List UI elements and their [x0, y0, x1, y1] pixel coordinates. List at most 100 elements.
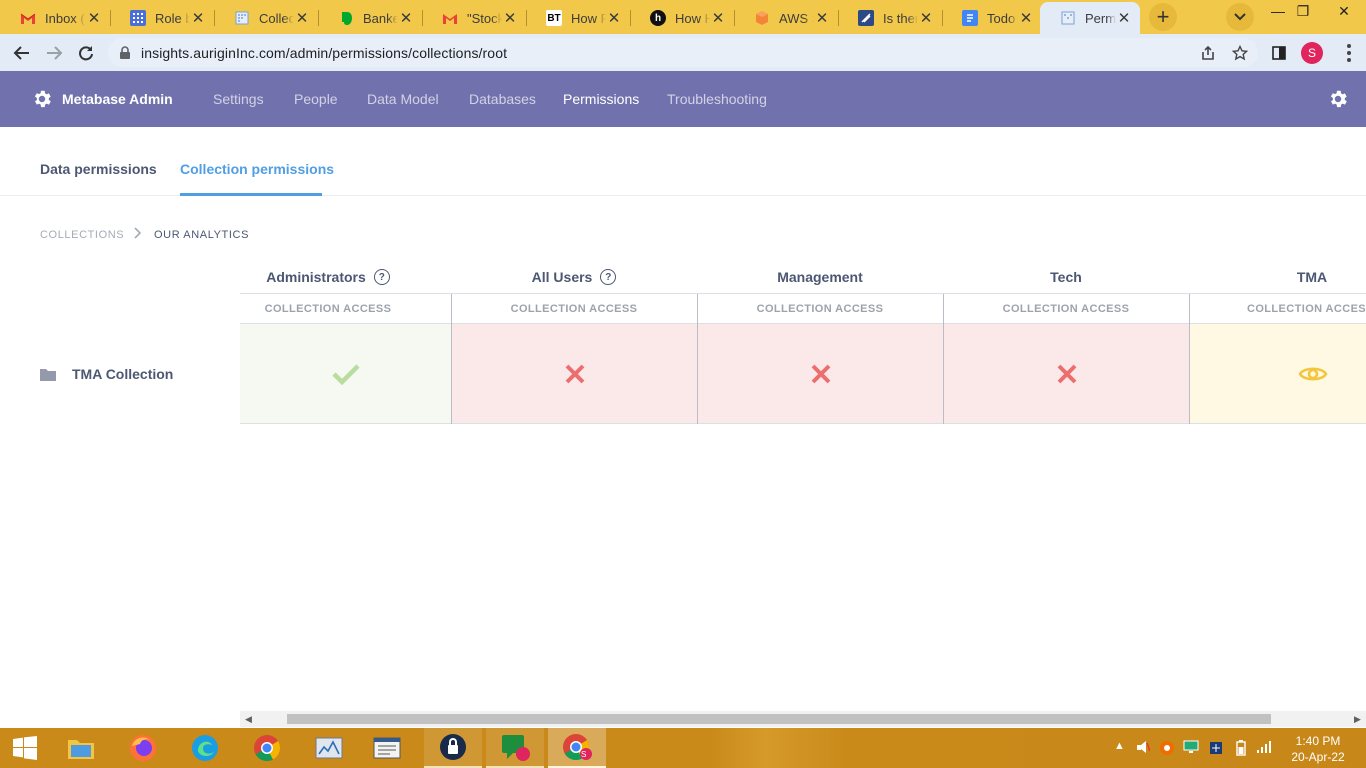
bookmark-button[interactable]	[1226, 38, 1254, 67]
scroll-right-icon[interactable]: ▶	[1354, 714, 1361, 725]
tray-network-icon[interactable]	[1136, 740, 1151, 757]
clock-date: 20-Apr-22	[1291, 750, 1345, 764]
close-tab-icon[interactable]: ✕	[294, 10, 310, 27]
tab-title: Is there	[883, 10, 918, 26]
column-divider	[697, 294, 698, 424]
tab-collection-permissions[interactable]: Collection permissions	[180, 161, 334, 177]
taskbar-firefox[interactable]	[114, 728, 172, 768]
nav-troubleshooting[interactable]: Troubleshooting	[667, 91, 767, 107]
tray-app-icon[interactable]	[1208, 740, 1224, 759]
new-tab-button[interactable]: +	[1149, 3, 1177, 31]
profile-avatar[interactable]: S	[1301, 42, 1323, 64]
side-panel-button[interactable]	[1265, 38, 1293, 67]
group-header-tech: Tech	[943, 269, 1189, 285]
permission-cell-no-access[interactable]	[698, 324, 943, 423]
taskbar-file-explorer[interactable]	[52, 728, 110, 768]
breadcrumb-current: OUR ANALYTICS	[154, 229, 250, 241]
taskbar-password-manager[interactable]	[424, 728, 482, 768]
address-bar[interactable]: insights.auriginInc.com/admin/permission…	[108, 38, 1258, 67]
close-tab-icon[interactable]: ✕	[710, 10, 726, 27]
taskbar-notepad-app[interactable]	[358, 728, 416, 768]
close-icon: ✕	[1338, 2, 1350, 19]
scroll-left-icon[interactable]: ◀	[245, 714, 252, 725]
firefox-icon	[130, 735, 156, 761]
close-tab-icon[interactable]: ✕	[1018, 10, 1034, 27]
system-clock[interactable]: 1:40 PM 20-Apr-22	[1288, 733, 1348, 765]
browser-tab[interactable]: Inbox ( ✕	[0, 4, 111, 32]
group-header-management: Management	[697, 269, 943, 285]
help-icon[interactable]: ?	[373, 269, 390, 285]
url-text: insights.auriginInc.com/admin/permission…	[141, 44, 508, 61]
close-tab-icon[interactable]: ✕	[86, 10, 102, 27]
help-icon[interactable]: ?	[600, 269, 617, 285]
taskbar-chrome-active[interactable]: S	[548, 728, 606, 768]
collection-row-label[interactable]: TMA Collection	[40, 366, 173, 382]
browser-menu-icon[interactable]	[1339, 42, 1359, 64]
nav-data-model[interactable]: Data Model	[367, 91, 439, 107]
close-tab-icon[interactable]: ✕	[502, 10, 518, 27]
tray-battery-icon[interactable]	[1236, 740, 1246, 759]
taskbar-chrome[interactable]	[238, 728, 296, 768]
taskbar-edge[interactable]	[176, 728, 234, 768]
horizontal-scrollbar[interactable]: ◀ ▶	[240, 711, 1366, 727]
chrome-icon	[563, 734, 592, 760]
windows-icon	[13, 736, 37, 760]
chevron-down-icon	[1234, 13, 1246, 21]
tray-overflow-icon[interactable]: ▲	[1114, 740, 1125, 752]
browser-tab[interactable]: h How H ✕	[630, 4, 735, 32]
close-window-button[interactable]: ✕	[1322, 0, 1366, 22]
column-subheader: COLLECTION ACCESS	[264, 303, 392, 315]
browser-tab-active[interactable]: Permiss ✕	[1040, 2, 1140, 34]
permission-cell-curate[interactable]	[240, 324, 451, 423]
permission-cell-view[interactable]	[1190, 324, 1366, 423]
browser-tab[interactable]: Role ba ✕	[110, 4, 215, 32]
tray-display-icon[interactable]	[1183, 740, 1199, 757]
close-tab-icon[interactable]: ✕	[814, 10, 830, 27]
back-button[interactable]	[8, 39, 36, 67]
browser-tab[interactable]: Banker ✕	[318, 4, 423, 32]
star-icon	[1232, 44, 1248, 60]
close-tab-icon[interactable]: ✕	[606, 10, 622, 27]
close-tab-icon[interactable]: ✕	[1116, 10, 1132, 27]
column-divider	[1189, 294, 1190, 424]
permission-cell-no-access[interactable]	[944, 324, 1189, 423]
tray-wifi-icon[interactable]	[1256, 740, 1272, 757]
breadcrumb-collections[interactable]: COLLECTIONS	[40, 229, 124, 241]
browser-tab-strip: Inbox ( ✕ Role ba ✕ Collecti ✕ Banker ✕ …	[0, 0, 1366, 34]
nav-people[interactable]: People	[294, 91, 338, 107]
settings-gear-icon[interactable]	[1327, 88, 1349, 110]
taskbar-monitor-app[interactable]	[300, 728, 358, 768]
gear-icon	[34, 90, 51, 108]
restore-button[interactable]: ❐	[1281, 0, 1325, 22]
close-tab-icon[interactable]: ✕	[190, 10, 206, 27]
nav-permissions[interactable]: Permissions	[563, 91, 639, 107]
permission-cell-no-access[interactable]	[452, 324, 697, 423]
browser-tab[interactable]: Collecti ✕	[214, 4, 319, 32]
nav-databases[interactable]: Databases	[469, 91, 536, 107]
browser-tab[interactable]: BT How Re ✕	[526, 4, 631, 32]
scrollbar-thumb[interactable]	[287, 714, 1271, 724]
tray-avast-icon[interactable]	[1159, 740, 1175, 759]
group-name: TMA	[1296, 269, 1328, 285]
nav-settings[interactable]: Settings	[213, 91, 264, 107]
tab-title: How Re	[571, 10, 606, 26]
tab-search-button[interactable]	[1226, 3, 1254, 31]
forward-button[interactable]	[40, 39, 68, 67]
admin-brand[interactable]: Metabase Admin	[31, 87, 173, 111]
close-tab-icon[interactable]: ✕	[918, 10, 934, 27]
browser-tab[interactable]: Is there ✕	[838, 4, 943, 32]
lock-icon	[440, 734, 466, 760]
start-button[interactable]	[0, 728, 50, 768]
browser-tab[interactable]: Todo - ✕	[942, 4, 1042, 32]
browser-tab[interactable]: "Stocks ✕	[422, 4, 527, 32]
close-tab-icon[interactable]: ✕	[398, 10, 414, 27]
brand-title: Metabase Admin	[62, 91, 173, 107]
group-header-administrators: Administrators ?	[205, 269, 451, 285]
browser-tab[interactable]: AWS Su ✕	[734, 4, 839, 32]
share-button[interactable]	[1194, 38, 1222, 67]
reload-button[interactable]	[72, 39, 100, 67]
metabase-icon	[234, 10, 250, 26]
taskbar-chat-app[interactable]	[486, 728, 544, 768]
tab-data-permissions[interactable]: Data permissions	[40, 161, 157, 177]
group-header-tma: TMA	[1189, 269, 1366, 285]
